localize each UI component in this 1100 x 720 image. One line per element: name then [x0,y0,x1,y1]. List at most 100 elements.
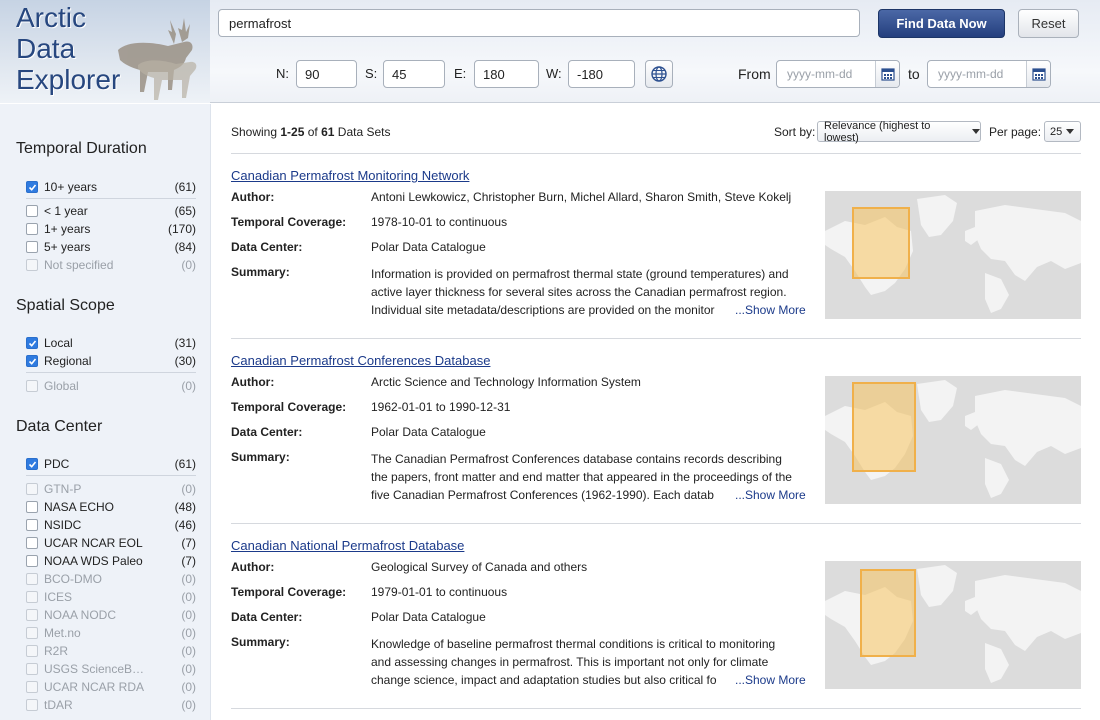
checkbox[interactable] [26,241,38,253]
checkbox[interactable] [26,355,38,367]
to-date-input[interactable]: yyyy-mm-dd [927,60,1051,88]
north-input[interactable]: 90 [296,60,357,88]
datacenter-label: Data Center: [231,610,303,624]
facet-option-datacenter: USGS ScienceB… (0) [26,660,196,678]
facet-option-label: NOAA NODC [44,608,117,622]
facet-option-count: (84) [174,240,196,254]
checkbox[interactable] [26,555,38,567]
facet-option-spatial[interactable]: Regional (30) [26,352,196,370]
facet-option-count: (31) [174,336,196,350]
results-count-prefix: Showing [231,125,281,139]
reset-button[interactable]: Reset [1018,9,1079,38]
checkbox [26,380,38,392]
calendar-icon[interactable] [875,61,899,87]
chevron-down-icon [972,129,980,134]
author-label: Author: [231,190,275,204]
checkbox[interactable] [26,537,38,549]
facet-option-label: USGS ScienceB… [44,662,145,676]
checkbox [26,681,38,693]
checkbox[interactable] [26,337,38,349]
facet-option-label: UCAR NCAR RDA [44,680,145,694]
per-page-select[interactable]: 25 [1044,121,1081,142]
facet-option-datacenter[interactable]: PDC (61) [26,455,196,473]
logo[interactable]: Arctic Data Explorer [0,0,210,103]
facet-option-spatial[interactable]: Local (31) [26,334,196,352]
checkbox[interactable] [26,223,38,235]
facet-option-label: Global [44,379,79,393]
result-item: Canadian Permafrost Monitoring Network Au… [231,168,1081,328]
checkbox [26,483,38,495]
author-value: Geological Survey of Canada and others [371,560,588,574]
facet-option-temporal[interactable]: 1+ years (170) [26,220,196,238]
show-more-link[interactable]: ...Show More [721,488,806,502]
result-item: Canadian National Permafrost Database Aut… [231,538,1081,698]
facet-title-spatial: Spatial Scope [16,297,115,314]
facet-option-label: 5+ years [44,240,91,254]
results-total: 61 [321,125,335,139]
facet-option-datacenter[interactable]: NSIDC (46) [26,516,196,534]
facet-option-label: Local [44,336,73,350]
facet-option-label: NOAA WDS Paleo [44,554,143,568]
facet-option-count: (0) [181,572,196,586]
south-label: S: [365,66,378,81]
checkbox [26,573,38,585]
facet-option-datacenter: Met.no (0) [26,624,196,642]
results-range: 1-25 [280,125,305,139]
east-input[interactable]: 180 [474,60,539,88]
sort-value: Relevance (highest to lowest) [824,119,931,144]
temporal-label: Temporal Coverage: [231,215,347,229]
south-input[interactable]: 45 [383,60,445,88]
checkbox[interactable] [26,458,38,470]
datacenter-value: Polar Data Catalogue [371,240,486,254]
facet-option-count: (0) [181,626,196,640]
facet-option-label: UCAR NCAR EOL [44,536,143,550]
temporal-label: Temporal Coverage: [231,400,347,414]
facet-option-temporal[interactable]: 5+ years (84) [26,238,196,256]
spatial-coverage-map[interactable] [825,191,1081,319]
per-page-value: 25 [1050,125,1063,138]
north-label: N: [276,66,289,81]
sort-select[interactable]: Relevance (highest to lowest) [817,119,981,144]
show-more-link[interactable]: ...Show More [721,673,806,687]
checkbox[interactable] [26,519,38,531]
app-logo-text: Arctic Data Explorer [16,2,196,95]
result-title-link[interactable]: Canadian National Permafrost Database [231,538,464,553]
facet-option-count: (0) [181,644,196,658]
facet-option-count: (0) [181,698,196,712]
spatial-coverage-map[interactable] [825,561,1081,689]
facet-option-temporal[interactable]: < 1 year (65) [26,202,196,220]
author-value: Antoni Lewkowicz, Christopher Burn, Mich… [371,190,792,204]
facet-option-label: PDC [44,457,70,471]
facet-option-label: GTN-P [44,482,82,496]
spatial-coverage-map[interactable] [825,376,1081,504]
from-date-input[interactable]: yyyy-mm-dd [776,60,900,88]
checkbox[interactable] [26,501,38,513]
from-date-placeholder: yyyy-mm-dd [787,67,853,81]
facet-option-datacenter[interactable]: NASA ECHO (48) [26,498,196,516]
facet-option-count: (0) [181,258,196,272]
facet-option-label: Not specified [44,258,114,272]
result-title-link[interactable]: Canadian Permafrost Conferences Database [231,353,490,368]
facet-option-label: Met.no [44,626,81,640]
result-title-link[interactable]: Canadian Permafrost Monitoring Network [231,168,469,183]
facet-option-count: (46) [174,518,196,532]
show-more-link[interactable]: ...Show More [721,303,806,317]
results-count-suffix: Data Sets [334,125,391,139]
west-input[interactable]: -180 [568,60,635,88]
author-label: Author: [231,375,275,389]
checkbox[interactable] [26,181,38,193]
west-label: W: [546,66,562,81]
facet-option-datacenter[interactable]: NOAA WDS Paleo (7) [26,552,196,570]
calendar-icon[interactable] [1026,61,1050,87]
facet-option-temporal[interactable]: 10+ years (61) [26,178,196,196]
search-input[interactable]: permafrost [218,9,860,37]
east-label: E: [454,66,467,81]
author-value: Arctic Science and Technology Informatio… [371,375,641,389]
globe-map-button[interactable] [645,60,673,88]
checkbox[interactable] [26,205,38,217]
facet-title-datacenter: Data Center [16,418,103,435]
facet-option-datacenter[interactable]: UCAR NCAR EOL (7) [26,534,196,552]
find-data-button[interactable]: Find Data Now [878,9,1005,38]
temporal-value: 1979-01-01 to continuous [371,585,508,599]
facet-sidebar: Temporal Duration Spatial Scope Data Cen… [0,104,211,720]
